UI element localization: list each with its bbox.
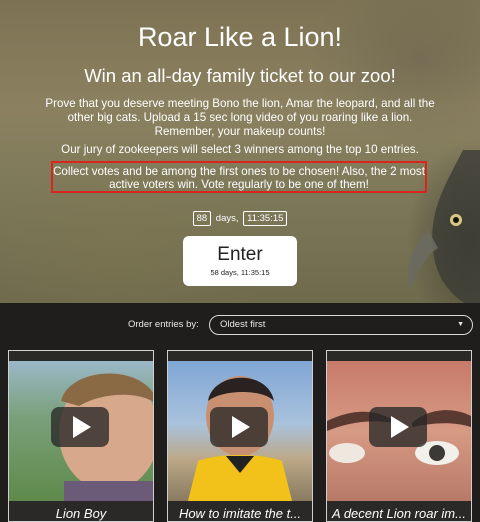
entry-card[interactable]: A decent Lion roar im... bbox=[326, 350, 472, 522]
entry-thumbnail[interactable] bbox=[327, 361, 471, 501]
page-subtitle: Win an all-day family ticket to our zoo! bbox=[84, 65, 396, 86]
order-selected-value: Oldest first bbox=[220, 319, 266, 330]
countdown: 88 days, 11:35:15 bbox=[0, 211, 480, 226]
entry-title[interactable]: How to imitate the t... bbox=[168, 506, 312, 521]
chevron-down-icon: ▼ bbox=[457, 321, 464, 328]
enter-button-countdown: 58 days, 11:35:15 bbox=[210, 268, 270, 277]
play-icon[interactable] bbox=[51, 407, 109, 447]
order-label: Order entries by: bbox=[128, 319, 199, 330]
countdown-days: 88 bbox=[192, 211, 212, 226]
entry-thumbnail[interactable] bbox=[9, 361, 153, 501]
countdown-days-label: days, bbox=[215, 213, 239, 224]
play-icon[interactable] bbox=[210, 407, 268, 447]
jury-info: Our jury of zookeepers will select 3 win… bbox=[61, 143, 419, 156]
order-bar: Order entries by: Oldest first ▼ bbox=[0, 303, 480, 349]
voting-callout: Collect votes and be among the first one… bbox=[51, 161, 427, 193]
order-select[interactable]: Oldest first ▼ bbox=[209, 315, 473, 335]
enter-button-label: Enter bbox=[217, 244, 263, 265]
entry-thumbnail[interactable] bbox=[168, 361, 312, 501]
play-icon[interactable] bbox=[369, 407, 427, 447]
entries-grid: Lion Boy How to imitate the t... A decen… bbox=[0, 350, 480, 522]
hero-banner: Roar Like a Lion! Win an all-day family … bbox=[0, 0, 480, 303]
countdown-time: 11:35:15 bbox=[243, 211, 288, 226]
entry-title[interactable]: A decent Lion roar im... bbox=[327, 506, 471, 521]
entry-card[interactable]: How to imitate the t... bbox=[167, 350, 313, 522]
contest-description: Prove that you deserve meeting Bono the … bbox=[45, 97, 435, 138]
page-title: Roar Like a Lion! bbox=[137, 22, 343, 52]
entry-card[interactable]: Lion Boy bbox=[8, 350, 154, 522]
enter-button[interactable]: Enter 58 days, 11:35:15 bbox=[183, 236, 297, 286]
entry-title[interactable]: Lion Boy bbox=[9, 506, 153, 521]
